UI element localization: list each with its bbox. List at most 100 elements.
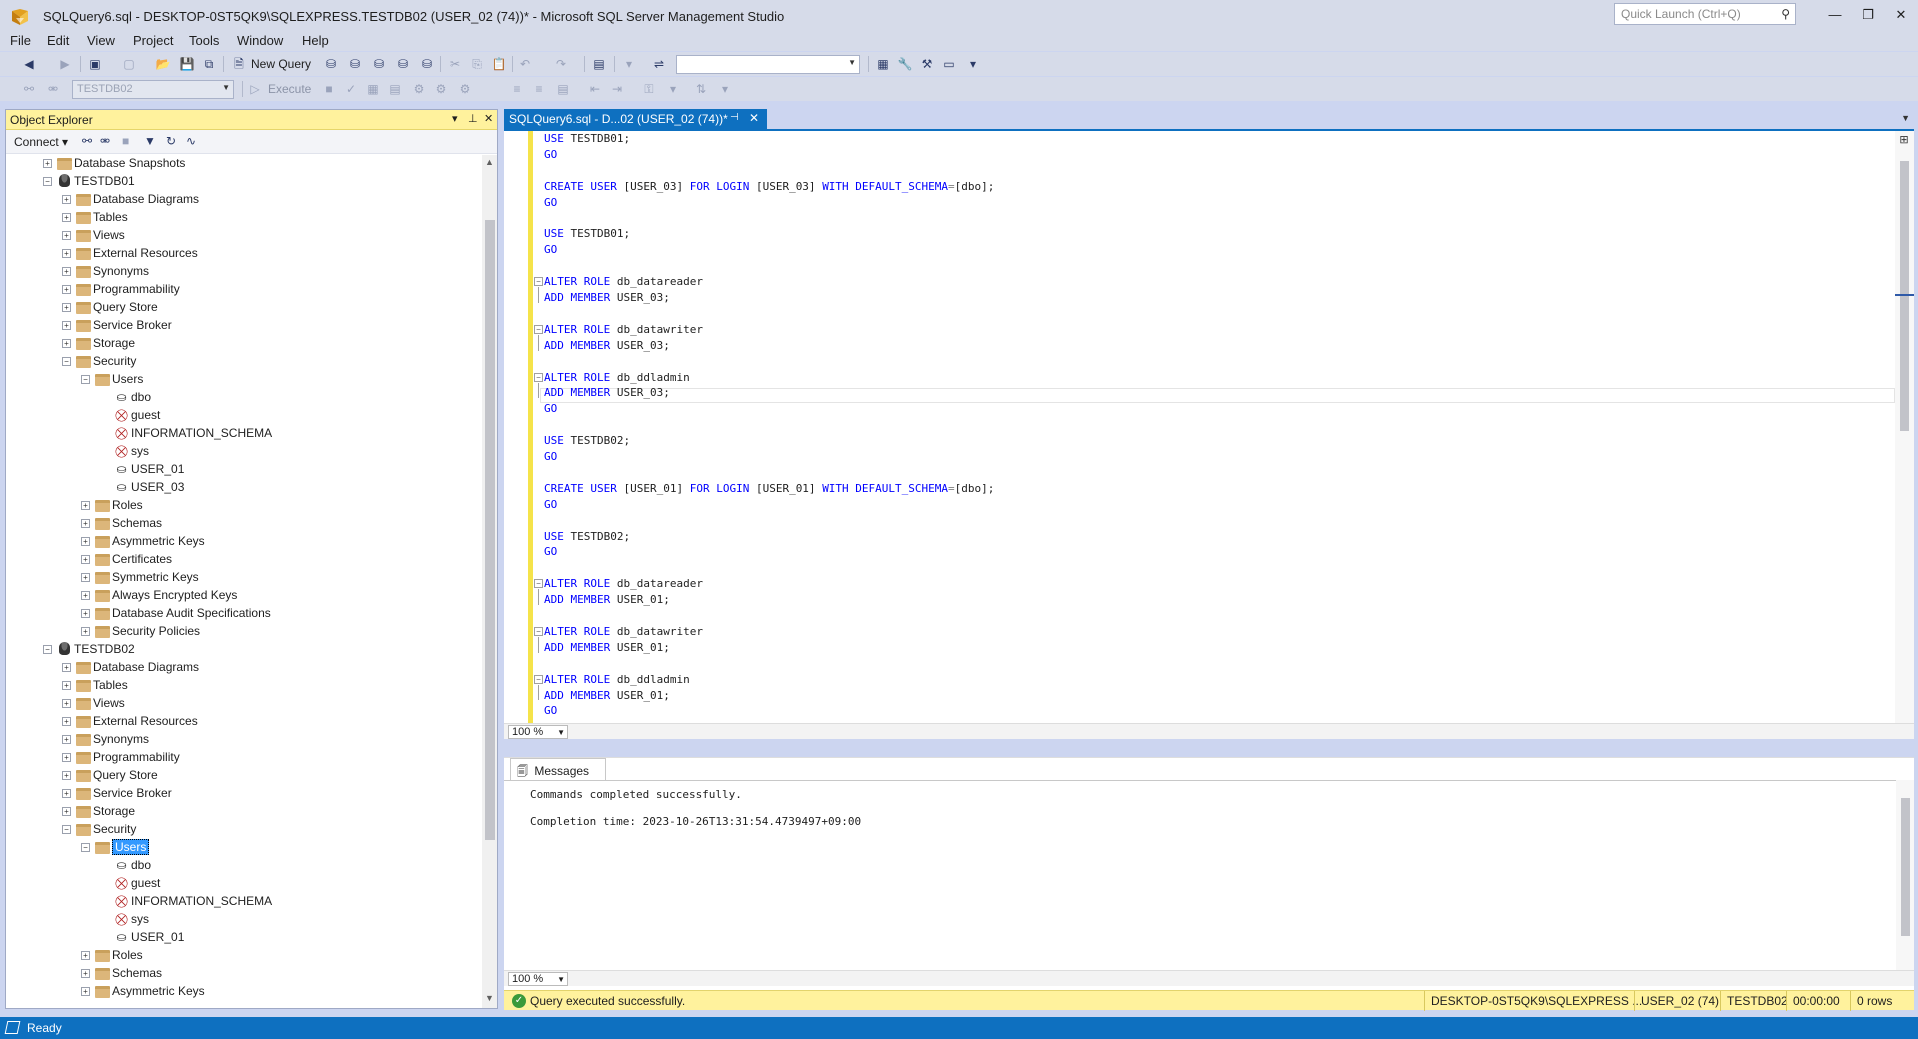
tree-node[interactable]: + Tables: [6, 677, 476, 695]
fold-collapse-icon[interactable]: −: [534, 324, 543, 334]
tree-node[interactable]: − Users: [6, 371, 476, 389]
tree-node[interactable]: + Service Broker: [6, 317, 476, 335]
expand-icon[interactable]: +: [81, 519, 90, 528]
tree-node[interactable]: ⛀ USER_03: [6, 479, 476, 497]
expand-icon[interactable]: +: [62, 213, 71, 222]
restore-button[interactable]: ❐: [1853, 4, 1883, 26]
toolbar-overflow-icon[interactable]: ▾: [716, 80, 734, 98]
tree-node[interactable]: + Views: [6, 227, 476, 245]
display-plan-icon[interactable]: ⚙: [410, 80, 428, 98]
tree-node[interactable]: ⛀ USER_01: [6, 929, 476, 947]
expand-icon[interactable]: +: [62, 771, 71, 780]
close-icon[interactable]: ✕: [484, 112, 493, 125]
connect-object-icon[interactable]: ⚯: [82, 134, 92, 148]
scrollbar-thumb[interactable]: [485, 220, 495, 840]
tree-node[interactable]: ⛒ sys: [6, 911, 476, 929]
quick-launch-input[interactable]: Quick Launch (Ctrl+Q) ⚲: [1614, 3, 1796, 25]
tree-node[interactable]: + Query Store: [6, 767, 476, 785]
expand-icon[interactable]: +: [43, 159, 52, 168]
tree-node[interactable]: + External Resources: [6, 713, 476, 731]
close-tab-icon[interactable]: ✕: [749, 111, 759, 125]
expand-icon[interactable]: +: [62, 195, 71, 204]
expand-icon[interactable]: +: [81, 627, 90, 636]
add-item-icon[interactable]: ▢: [120, 55, 138, 73]
tab-messages[interactable]: 🗐 Messages: [510, 758, 606, 780]
scroll-up-icon[interactable]: ▲: [485, 157, 494, 167]
tree-node[interactable]: + Query Store: [6, 299, 476, 317]
properties-wrench-icon[interactable]: 🔧: [896, 55, 914, 73]
window-position-icon[interactable]: ▾: [452, 112, 458, 125]
tree-node[interactable]: − Users: [6, 839, 476, 857]
expand-icon[interactable]: +: [62, 303, 71, 312]
collapse-icon[interactable]: −: [81, 375, 90, 384]
redo-icon[interactable]: ↷: [552, 55, 570, 73]
tree-node[interactable]: + Programmability: [6, 281, 476, 299]
results-scrollbar[interactable]: [1896, 780, 1914, 970]
split-editor-icon[interactable]: ⊞: [1896, 133, 1912, 147]
tree-node[interactable]: + Certificates: [6, 551, 476, 569]
expand-icon[interactable]: +: [62, 807, 71, 816]
tree-node[interactable]: ⛒ guest: [6, 407, 476, 425]
decrease-indent-icon[interactable]: ⇤: [586, 80, 604, 98]
tree-node[interactable]: + Database Diagrams: [6, 191, 476, 209]
collapse-icon[interactable]: −: [62, 357, 71, 366]
increase-indent-icon[interactable]: ⇥: [608, 80, 626, 98]
activity-monitor-icon[interactable]: ▤: [590, 55, 608, 73]
available-databases-combo[interactable]: TESTDB02 ▼: [72, 80, 234, 99]
dax-query-icon[interactable]: ⛁: [418, 55, 436, 73]
stop-icon[interactable]: ■: [320, 80, 338, 98]
tree-node[interactable]: − TESTDB02: [6, 641, 476, 659]
solution-config-icon[interactable]: ▾: [620, 55, 638, 73]
undo-icon[interactable]: ↶: [516, 55, 534, 73]
tree-node[interactable]: ⛀ dbo: [6, 389, 476, 407]
collapse-icon[interactable]: −: [62, 825, 71, 834]
tree-node[interactable]: + Synonyms: [6, 263, 476, 281]
tree-node[interactable]: + Schemas: [6, 515, 476, 533]
expand-icon[interactable]: +: [62, 321, 71, 330]
mdx-query-icon[interactable]: ⛁: [346, 55, 364, 73]
toolbox-icon[interactable]: ⚒: [918, 55, 936, 73]
tree-node[interactable]: + Storage: [6, 335, 476, 353]
menu-file[interactable]: File: [10, 33, 31, 48]
tree-node[interactable]: + Always Encrypted Keys: [6, 587, 476, 605]
collapse-icon[interactable]: −: [43, 177, 52, 186]
tree-node[interactable]: + Programmability: [6, 749, 476, 767]
expand-icon[interactable]: +: [81, 573, 90, 582]
fold-collapse-icon[interactable]: −: [534, 277, 543, 287]
tree-node[interactable]: + Database Snapshots: [6, 155, 476, 173]
tree-node[interactable]: − Security: [6, 353, 476, 371]
back-icon[interactable]: ◀: [20, 55, 38, 73]
menu-window[interactable]: Window: [237, 33, 283, 48]
copy-icon[interactable]: ⎘: [468, 55, 486, 73]
expand-icon[interactable]: +: [81, 951, 90, 960]
tree-node[interactable]: + External Resources: [6, 245, 476, 263]
editor-zoom-combo[interactable]: 100 % ▼: [508, 725, 568, 739]
pin-tab-icon[interactable]: ⊣: [730, 112, 739, 123]
fold-collapse-icon[interactable]: −: [534, 674, 543, 684]
comment-icon[interactable]: ≡: [508, 80, 526, 98]
menu-edit[interactable]: Edit: [47, 33, 69, 48]
new-query-icon[interactable]: 🗎: [230, 55, 248, 73]
results-to-text-icon[interactable]: ▤: [386, 80, 404, 98]
collapse-icon[interactable]: −: [43, 645, 52, 654]
scroll-down-icon[interactable]: ▼: [485, 993, 494, 1003]
tree-node[interactable]: + Asymmetric Keys: [6, 533, 476, 551]
expand-icon[interactable]: +: [81, 591, 90, 600]
specify-template-values-icon[interactable]: ⚿: [640, 80, 658, 98]
xmla-query-icon[interactable]: ⛁: [394, 55, 412, 73]
sql-editor-overflow-icon[interactable]: ▾: [664, 80, 682, 98]
expand-icon[interactable]: +: [62, 285, 71, 294]
query-options-icon[interactable]: ⚙: [432, 80, 450, 98]
tab-sqlquery6[interactable]: SQLQuery6.sql - D...02 (USER_02 (74))* ⊣…: [504, 109, 767, 129]
expand-icon[interactable]: +: [62, 267, 71, 276]
filter-icon[interactable]: ▼: [144, 134, 156, 148]
dmx-query-icon[interactable]: ⛁: [370, 55, 388, 73]
db-engine-query-icon[interactable]: ⛁: [322, 55, 340, 73]
close-window-button[interactable]: ✕: [1886, 4, 1916, 26]
tree-node[interactable]: + Symmetric Keys: [6, 569, 476, 587]
messages-output[interactable]: Commands completed successfully. Complet…: [504, 780, 1896, 970]
expand-icon[interactable]: +: [81, 609, 90, 618]
paste-icon[interactable]: 📋: [490, 55, 508, 73]
object-explorer-scrollbar[interactable]: ▲ ▼: [482, 155, 497, 1008]
tree-node[interactable]: + Service Broker: [6, 785, 476, 803]
